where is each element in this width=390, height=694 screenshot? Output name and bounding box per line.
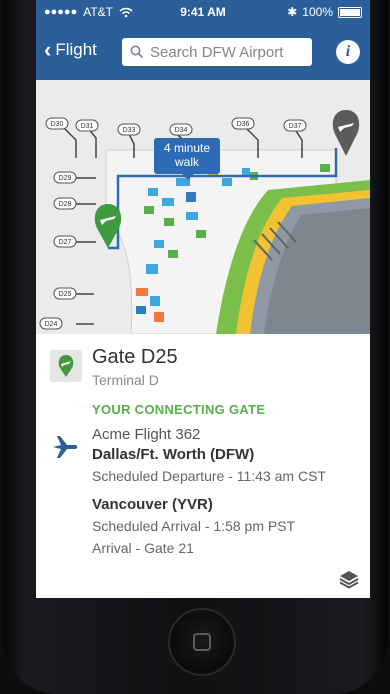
flight-name: Acme Flight 362 [92,426,201,443]
departure-time: Scheduled Departure - 11:43 am CST [92,468,326,484]
back-label: Flight [55,40,97,59]
gate-label-d24[interactable]: D24 [45,321,58,328]
walk-time-callout: 4 minute walk [154,138,220,180]
airplane-icon [53,436,78,458]
nav-bar: ‹ Flight Search DFW Airport i [36,32,370,72]
phone-frame: ●●●●● AT&T 9:41 AM ✱ 100% ‹ Flight Searc… [2,0,388,694]
gate-label-d34[interactable]: D34 [175,127,188,134]
layers-icon[interactable] [338,568,360,590]
battery-label: 100% [302,5,333,19]
gate-label-d29[interactable]: D29 [59,175,72,182]
bluetooth-icon: ✱ [287,5,298,19]
destination-airport: Vancouver (YVR) [92,496,213,513]
airport-map[interactable]: D30 D31 D33 D34 D36 D37 D29 D28 D27 D25 … [36,80,370,334]
search-icon [130,45,144,59]
terminal-label: Terminal D [92,372,159,388]
arrival-time: Scheduled Arrival - 1:58 pm PST [92,518,296,534]
gate-label-d31[interactable]: D31 [81,123,94,130]
origin-airport: Dallas/Ft. Worth (DFW) [92,446,255,463]
gate-details-panel: Gate D25 Terminal D YOUR CONNECTING GATE… [36,334,370,598]
walk-time-line1: 4 minute [163,141,211,155]
gate-label-d25[interactable]: D25 [59,291,72,298]
gate-label-d36[interactable]: D36 [237,121,250,128]
gate-label-d33[interactable]: D33 [123,127,136,134]
screen: ●●●●● AT&T 9:41 AM ✱ 100% ‹ Flight Searc… [36,0,370,598]
arrival-gate: Arrival - Gate 21 [92,540,194,556]
gate-pin-icon [58,355,74,377]
gate-title: Gate D25 [92,346,178,368]
back-button[interactable]: ‹ Flight [44,37,97,62]
gate-label-d27[interactable]: D27 [59,239,72,246]
connecting-gate-label: YOUR CONNECTING GATE [92,402,266,417]
search-placeholder: Search DFW Airport [150,43,284,61]
gate-badge [50,350,82,382]
status-bar: ●●●●● AT&T 9:41 AM ✱ 100% [36,0,370,22]
battery-icon [338,6,362,18]
gate-label-d37[interactable]: D37 [289,123,302,130]
chevron-left-icon: ‹ [44,37,52,62]
map-graphic: D30 D31 D33 D34 D36 D37 D29 D28 D27 D25 … [36,80,370,334]
home-square-icon [193,633,211,651]
info-button[interactable]: i [336,40,360,64]
search-input[interactable]: Search DFW Airport [122,38,312,66]
top-bar: ●●●●● AT&T 9:41 AM ✱ 100% ‹ Flight Searc… [36,0,370,80]
gate-label-d28[interactable]: D28 [59,201,72,208]
home-button[interactable] [168,608,236,676]
battery-group: ✱ 100% [287,5,362,19]
walk-time-line2: walk [174,155,199,169]
gate-label-d30[interactable]: D30 [51,121,64,128]
